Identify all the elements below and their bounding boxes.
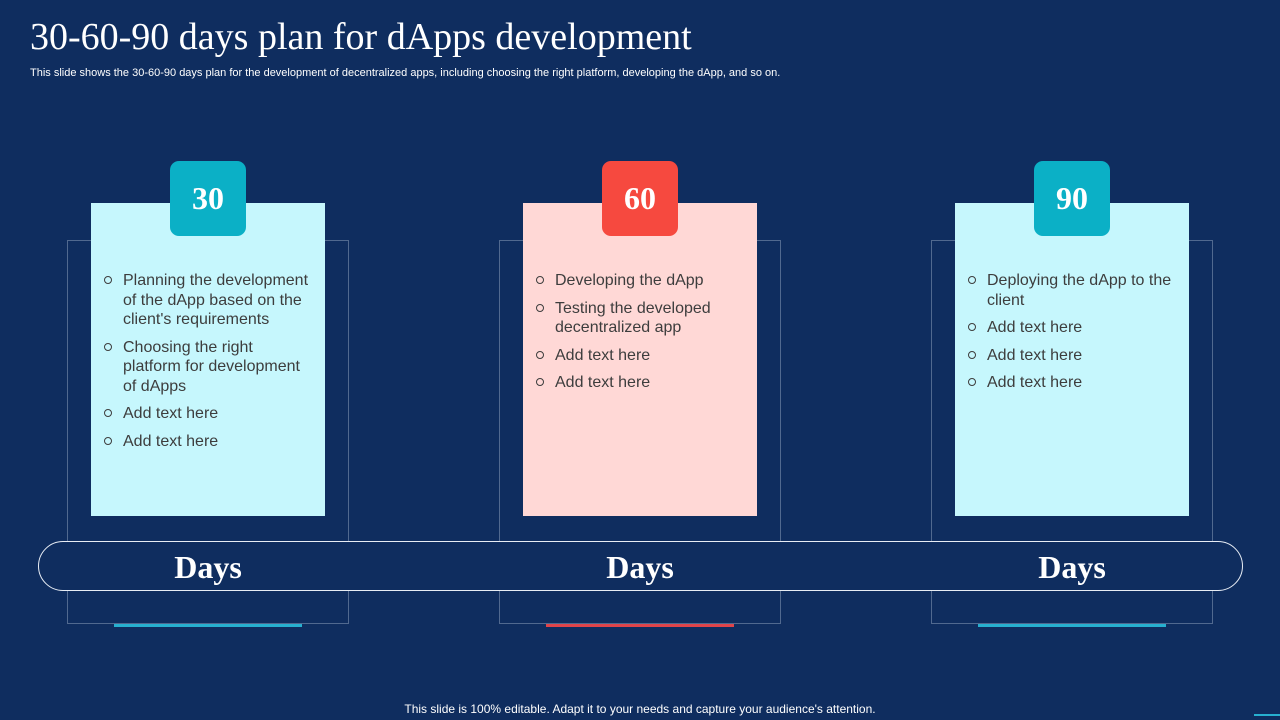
bullet-icon bbox=[968, 276, 976, 284]
bullet-icon bbox=[536, 350, 544, 359]
list-item: Planning the development of the dApp bas… bbox=[104, 271, 314, 330]
plan-list-60: Developing the dApp Testing the develope… bbox=[536, 271, 746, 401]
days-label-90: Days bbox=[1038, 549, 1106, 585]
bullet-icon bbox=[536, 303, 544, 312]
list-item-text: Add text here bbox=[555, 374, 651, 391]
slide-footer: This slide is 100% editable. Adapt it to… bbox=[404, 702, 876, 716]
bullet-icon bbox=[536, 378, 544, 386]
bullet-icon bbox=[968, 378, 976, 386]
bullet-icon bbox=[968, 350, 976, 359]
list-item-text: Choosing the right platform for developm… bbox=[123, 338, 300, 395]
plan-card-30: Planning the development of the dApp bas… bbox=[91, 203, 325, 516]
days-label-30: Days bbox=[174, 549, 242, 585]
bullet-icon bbox=[104, 409, 112, 417]
list-item: Add text here bbox=[968, 373, 1178, 393]
list-item: Add text here bbox=[968, 318, 1178, 338]
days-label-60: Days bbox=[606, 549, 674, 585]
day-number-badge-30: 30 bbox=[170, 161, 246, 236]
bullet-icon bbox=[104, 276, 112, 284]
slide-subtitle: This slide shows the 30-60-90 days plan … bbox=[30, 67, 781, 79]
plan-list-90: Deploying the dApp to the client Add tex… bbox=[968, 271, 1178, 401]
list-item: Add text here bbox=[968, 346, 1178, 366]
bullet-icon bbox=[104, 436, 112, 445]
accent-underline-60 bbox=[546, 624, 734, 627]
list-item-text: Add text here bbox=[987, 319, 1083, 336]
list-item: Add text here bbox=[104, 404, 314, 424]
list-item: Choosing the right platform for developm… bbox=[104, 338, 314, 397]
list-item-text: Planning the development of the dApp bas… bbox=[123, 272, 309, 328]
list-item: Developing the dApp bbox=[536, 271, 746, 291]
day-number-badge-90: 90 bbox=[1034, 161, 1110, 236]
day-number-badge-60: 60 bbox=[602, 161, 678, 236]
bullet-icon bbox=[968, 323, 976, 331]
list-item: Testing the developed decentralized app bbox=[536, 299, 746, 338]
slide-title: 30-60-90 days plan for dApps development bbox=[30, 16, 692, 58]
bullet-icon bbox=[104, 342, 112, 351]
list-item-text: Deploying the dApp to the client bbox=[987, 272, 1172, 309]
accent-underline-30 bbox=[114, 624, 302, 627]
bullet-icon bbox=[536, 276, 544, 284]
plan-card-90: Deploying the dApp to the client Add tex… bbox=[955, 203, 1189, 516]
list-item: Add text here bbox=[536, 346, 746, 366]
accent-underline-90 bbox=[978, 624, 1166, 627]
list-item: Deploying the dApp to the client bbox=[968, 271, 1178, 310]
list-item-text: Add text here bbox=[555, 346, 651, 364]
list-item: Add text here bbox=[536, 373, 746, 393]
list-item: Add text here bbox=[104, 432, 314, 452]
plan-list-30: Planning the development of the dApp bas… bbox=[104, 271, 314, 459]
list-item-text: Add text here bbox=[987, 346, 1083, 364]
list-item-text: Testing the developed decentralized app bbox=[555, 299, 711, 337]
list-item-text: Add text here bbox=[987, 374, 1083, 391]
plan-card-60: Developing the dApp Testing the develope… bbox=[523, 203, 757, 516]
list-item-text: Add text here bbox=[123, 432, 219, 450]
list-item-text: Developing the dApp bbox=[555, 272, 704, 289]
list-item-text: Add text here bbox=[123, 405, 219, 422]
corner-accent-mark bbox=[1254, 714, 1280, 716]
